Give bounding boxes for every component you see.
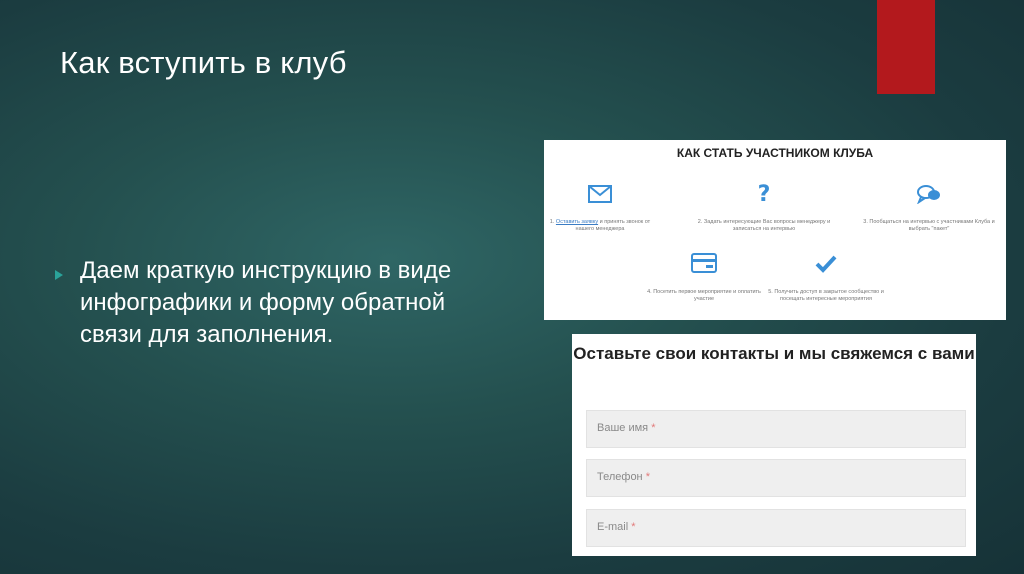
name-field-placeholder: Ваше имя xyxy=(597,422,649,434)
chat-icon xyxy=(859,184,999,209)
required-mark: * xyxy=(631,521,636,533)
checkmark-icon xyxy=(766,254,886,279)
step-1: 1. Оставить заявку и принять звонок от н… xyxy=(544,184,656,233)
step-4: 4. Посетить первое мероприятие и оплатит… xyxy=(644,252,764,303)
step-3: 3. Пообщаться на интервью с участниками … xyxy=(859,184,999,233)
slide-title: Как вступить в клуб xyxy=(60,45,347,80)
step-2: ? 2. Задать интересующие Вас вопросы мен… xyxy=(694,182,834,233)
phone-field[interactable]: Телефон * xyxy=(586,459,966,497)
bullet-marker xyxy=(55,270,63,280)
name-field[interactable]: Ваше имя * xyxy=(586,410,966,448)
contact-form-panel: Оставьте свои контакты и мы свяжемся с в… xyxy=(572,334,976,556)
required-mark: * xyxy=(645,471,650,483)
step-4-caption: 4. Посетить первое мероприятие и оплатит… xyxy=(647,289,761,302)
step-5-caption: 5. Получить доступ в закрытое сообщество… xyxy=(768,289,884,302)
question-icon: ? xyxy=(694,182,834,209)
step-1-caption: 1. Оставить заявку и принять звонок от н… xyxy=(549,219,651,232)
svg-text:?: ? xyxy=(758,182,771,204)
step-1-link[interactable]: Оставить заявку xyxy=(556,219,598,225)
infographic-panel: КАК СТАТЬ УЧАСТНИКОМ КЛУБА 1. Оставить з… xyxy=(544,140,1006,320)
card-icon xyxy=(644,252,764,279)
accent-bar xyxy=(877,0,935,94)
step-2-caption: 2. Задать интересующие Вас вопросы менед… xyxy=(697,219,831,232)
form-title: Оставьте свои контакты и мы свяжемся с в… xyxy=(573,344,975,363)
email-field[interactable]: E-mail * xyxy=(586,509,966,547)
email-field-placeholder: E-mail xyxy=(597,521,629,533)
slide-body-text: Даем краткую инструкцию в виде инфографи… xyxy=(80,257,452,348)
envelope-icon xyxy=(544,184,656,209)
phone-field-placeholder: Телефон xyxy=(597,471,643,483)
infographic-title: КАК СТАТЬ УЧАСТНИКОМ КЛУБА xyxy=(676,146,874,160)
step-3-caption: 3. Пообщаться на интервью с участниками … xyxy=(863,219,995,232)
step-5: 5. Получить доступ в закрытое сообщество… xyxy=(766,254,886,303)
required-mark: * xyxy=(651,422,656,434)
